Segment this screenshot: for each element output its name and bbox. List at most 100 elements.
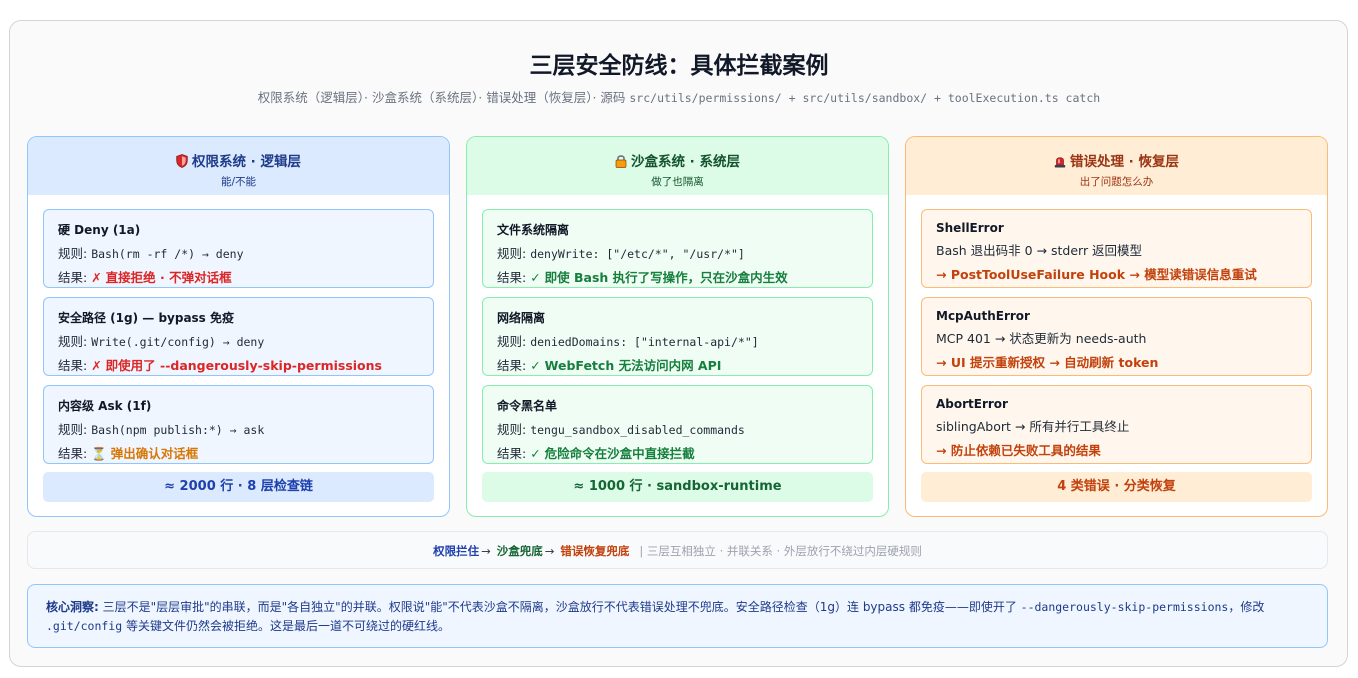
error-recovery: → UI 提示重新授权 → 自动刷新 token [936, 355, 1159, 370]
result-text: WebFetch 无法访问内网 API [544, 358, 722, 373]
case-card: 安全路径 (1g) — bypass 免疫 规则: Write(.git/con… [43, 297, 434, 376]
case-card: 命令黑名单 规则: tengu_sandbox_disabled_command… [482, 385, 873, 464]
check-icon: ✓ [530, 446, 541, 461]
column-subtitle: 出了问题怎么办 [1079, 176, 1154, 188]
case-title: 安全路径 (1g) — bypass 免疫 [58, 311, 235, 325]
case-result: 结果: ✗ 即使用了 --dangerously-skip-permission… [58, 355, 433, 374]
rule-label: 规则: [497, 334, 531, 349]
column-subtitle: 做了也隔离 [651, 176, 704, 188]
arrow-icon: → [481, 544, 491, 558]
result-text: 即使 Bash 执行了写操作，只在沙盒内生效 [544, 270, 788, 285]
alarm-light-icon [1054, 157, 1066, 168]
rule-code: Bash(npm publish:*) → ask [91, 423, 265, 437]
result-label: 结果: [58, 446, 92, 461]
case-rule: 规则: deniedDomains: ["internal-api/*"] [497, 331, 872, 350]
rule-label: 规则: [497, 246, 531, 261]
insight-text: 三层不是"层层审批"的串联，而是"各自独立"的并联。权限说"能"不代表沙盒不隔离… [98, 600, 1021, 614]
cross-icon: ✗ [91, 270, 102, 285]
column-header: 沙盒系统 · 系统层 做了也隔离 [467, 137, 888, 195]
column-footer: 4 类错误 · 分类恢复 [921, 472, 1312, 502]
page-title: 三层安全防线：具体拦截案例 [529, 53, 829, 79]
flow-bar: 权限拦住 → 沙盒兜底 → 错误恢复兜底 | 三层互相独立 · 并联关系 · 外层放行不绕… [27, 531, 1328, 569]
arrow-icon: → [544, 544, 555, 558]
error-card: ShellError Bash 退出码非 0 → stderr 返回模型 → P… [921, 209, 1312, 288]
result-text: 直接拒绝 · 不弹对话框 [105, 270, 232, 285]
case-result: 结果: ✗ 直接拒绝 · 不弹对话框 [58, 267, 433, 286]
column-title: 权限系统 · 逻辑层 [28, 150, 449, 170]
case-title: 网络隔离 [497, 311, 546, 325]
result-text: 即使用了 --dangerously-skip-permissions [105, 358, 382, 373]
check-icon: ✓ [530, 358, 541, 373]
column-title-text: 错误处理 · 恢复层 [1069, 154, 1180, 170]
rule-code: tengu_sandbox_disabled_commands [530, 423, 745, 437]
result-label: 结果: [58, 358, 92, 373]
case-rule: 规则: tengu_sandbox_disabled_commands [497, 419, 872, 438]
hourglass-icon: ⏳ [91, 446, 107, 461]
error-recovery: → PostToolUseFailure Hook → 模型读错误信息重试 [936, 267, 1257, 282]
rule-label: 规则: [497, 422, 531, 437]
column-permissions: 权限系统 · 逻辑层 能/不能 硬 Deny (1a) 规则: Bash(rm … [27, 136, 450, 517]
column-sandbox: 沙盒系统 · 系统层 做了也隔离 文件系统隔离 规则: denyWrite: [… [466, 136, 889, 517]
rule-code: Bash(rm -rf /*) → deny [91, 247, 244, 261]
result-label: 结果: [497, 358, 531, 373]
insight-code: --dangerously-skip-permissions [1020, 600, 1229, 614]
subtitle-text: 权限系统（逻辑层）· 沙盒系统（系统层）· 错误处理（恢复层）· 源码 [257, 90, 626, 105]
error-detail: Bash 退出码非 0 → stderr 返回模型 [936, 243, 1143, 258]
column-title: 沙盒系统 · 系统层 [467, 150, 888, 170]
case-card: 网络隔离 规则: deniedDomains: ["internal-api/*… [482, 297, 873, 376]
case-title: 文件系统隔离 [497, 223, 570, 237]
error-detail: siblingAbort → 所有并行工具终止 [936, 419, 1130, 434]
case-rule: 规则: denyWrite: ["/etc/*", "/usr/*"] [497, 243, 872, 262]
rule-code: Write(.git/config) → deny [91, 335, 265, 349]
insight-text: ，修改 [1228, 600, 1265, 614]
rule-label: 规则: [58, 422, 92, 437]
case-rule: 规则: Bash(rm -rf /*) → deny [58, 243, 433, 262]
error-recovery: → 防止依赖已失败工具的结果 [936, 443, 1101, 458]
error-title: ShellError [936, 221, 1004, 235]
case-rule: 规则: Bash(npm publish:*) → ask [58, 419, 433, 438]
case-result: 结果: ✓ 危险命令在沙盒中直接拦截 [497, 443, 872, 462]
case-card: 硬 Deny (1a) 规则: Bash(rm -rf /*) → deny 结… [43, 209, 434, 288]
column-header: 权限系统 · 逻辑层 能/不能 [28, 137, 449, 195]
column-footer: ≈ 1000 行 · sandbox-runtime [482, 472, 873, 502]
error-title: McpAuthError [936, 309, 1030, 323]
flow-step-recovery: 错误恢复兜底 [560, 544, 630, 558]
result-label: 结果: [497, 270, 531, 285]
column-title-text: 沙盒系统 · 系统层 [630, 154, 741, 170]
error-title: AbortError [936, 397, 1008, 411]
result-label: 结果: [497, 446, 531, 461]
case-result: 结果: ✓ 即使 Bash 执行了写操作，只在沙盒内生效 [497, 267, 872, 286]
column-error-handling: 错误处理 · 恢复层 出了问题怎么办 ShellError Bash 退出码非 … [905, 136, 1328, 517]
column-title-text: 权限系统 · 逻辑层 [191, 154, 302, 170]
case-card: 文件系统隔离 规则: denyWrite: ["/etc/*", "/usr/*… [482, 209, 873, 288]
case-title: 内容级 Ask (1f) [58, 399, 152, 413]
rule-label: 规则: [58, 246, 92, 261]
column-subtitle: 能/不能 [220, 176, 257, 188]
flow-note: | 三层互相独立 · 并联关系 · 外层放行不绕过内层硬规则 [639, 544, 922, 558]
case-title: 硬 Deny (1a) [58, 223, 141, 237]
result-text: 危险命令在沙盒中直接拦截 [544, 446, 695, 461]
error-card: McpAuthError MCP 401 → 状态更新为 needs-auth … [921, 297, 1312, 376]
check-icon: ✓ [530, 270, 541, 285]
rule-code: denyWrite: ["/etc/*", "/usr/*"] [530, 247, 745, 261]
case-result: 结果: ⏳ 弹出确认对话框 [58, 443, 433, 462]
case-title: 命令黑名单 [497, 399, 558, 413]
rule-code: deniedDomains: ["internal-api/*"] [530, 335, 759, 349]
insight-box: 核心洞察: 三层不是"层层审批"的串联，而是"各自独立"的并联。权限说"能"不代… [27, 584, 1328, 648]
column-title: 错误处理 · 恢复层 [906, 150, 1327, 170]
column-header: 错误处理 · 恢复层 出了问题怎么办 [906, 137, 1327, 195]
case-result: 结果: ✓ WebFetch 无法访问内网 API [497, 355, 872, 374]
result-text: 弹出确认对话框 [110, 446, 199, 461]
lock-icon [615, 155, 627, 168]
flow-step-sandbox: 沙盒兜底 [496, 544, 543, 558]
flow-step-permissions: 权限拦住 [433, 544, 480, 558]
error-detail: MCP 401 → 状态更新为 needs-auth [936, 331, 1147, 346]
shield-icon [176, 154, 188, 168]
cross-icon: ✗ [91, 358, 102, 373]
page-subtitle: 权限系统（逻辑层）· 沙盒系统（系统层）· 错误处理（恢复层）· 源码 src/… [0, 87, 1358, 106]
result-label: 结果: [58, 270, 92, 285]
insight-code: .git/config [46, 619, 123, 633]
case-card: 内容级 Ask (1f) 规则: Bash(npm publish:*) → a… [43, 385, 434, 464]
insight-label: 核心洞察: [46, 600, 99, 614]
case-rule: 规则: Write(.git/config) → deny [58, 331, 433, 350]
